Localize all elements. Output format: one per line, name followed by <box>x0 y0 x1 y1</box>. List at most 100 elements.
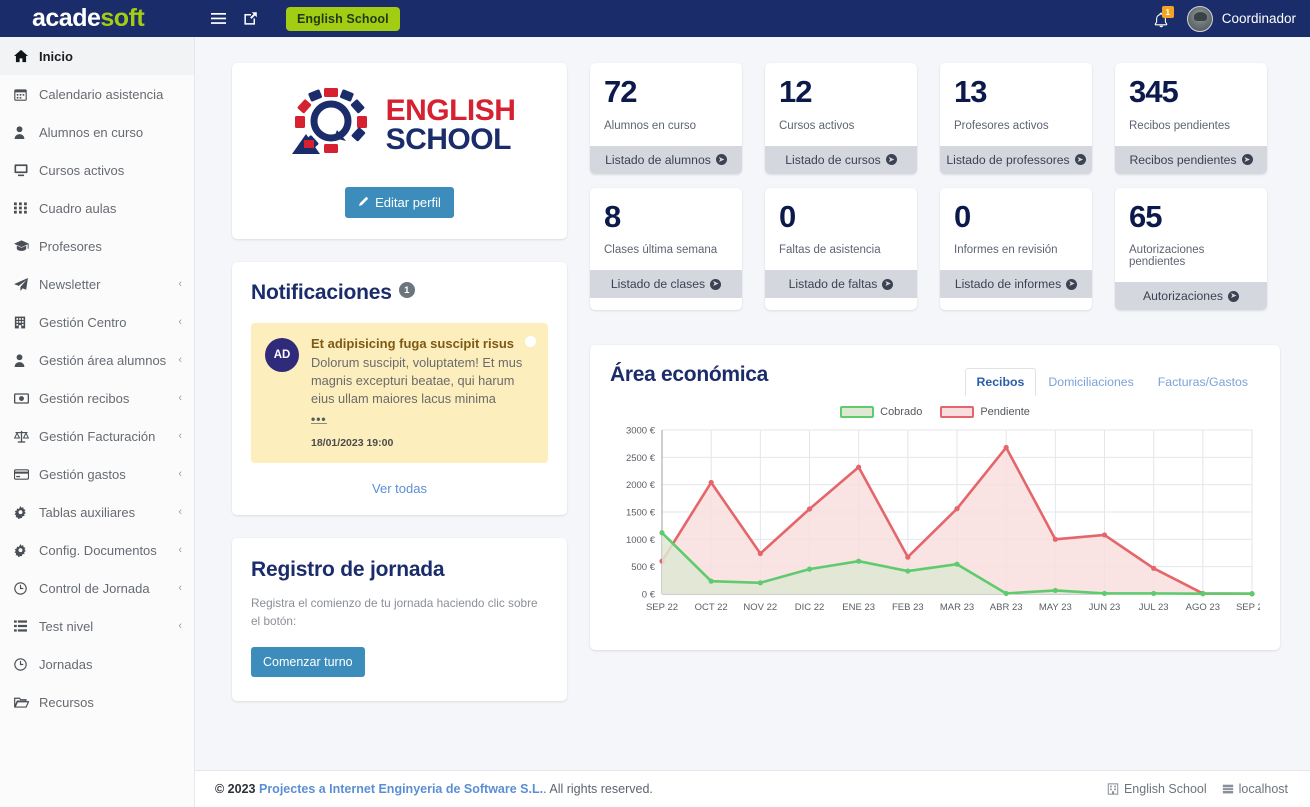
svg-text:2500 €: 2500 € <box>626 453 656 464</box>
area-economica-card: Área económica Recibos Domiciliaciones Fac… <box>590 345 1280 650</box>
stat-action-link[interactable]: Listado de alumnos ➤ <box>590 145 742 174</box>
sidebar-item-label: Test nivel <box>39 618 94 634</box>
sidebar-item-label: Inicio <box>39 48 73 64</box>
sidebar-item-label: Gestión recibos <box>39 390 130 406</box>
notification-item[interactable]: AD Et adipisicing fuga suscipit risus Do… <box>251 323 548 464</box>
svg-text:SEP 23: SEP 23 <box>1236 602 1260 613</box>
user-menu[interactable]: Coordinador <box>1186 5 1296 32</box>
chevron-left-icon: ‹ <box>178 620 182 632</box>
chart-title: Área económica <box>610 363 769 386</box>
external-link-icon[interactable] <box>243 11 258 26</box>
sidebar-item-gesti-n-recibos[interactable]: Gestión recibos ‹ <box>0 379 194 417</box>
sidebar-item-profesores[interactable]: Profesores <box>0 227 194 265</box>
notification-date: 18/01/2023 19:00 <box>311 437 394 450</box>
app-logo[interactable]: acade soft <box>0 0 195 37</box>
gear-icon <box>14 505 35 519</box>
stat-label: Autorizaciones pendientes <box>1129 244 1205 269</box>
stat-action-link[interactable]: Listado de professores ➤ <box>940 145 1092 174</box>
brand-part-2: soft <box>100 4 145 32</box>
sidebar-item-gesti-n-rea-alumnos[interactable]: Gestión área alumnos ‹ <box>0 341 194 379</box>
svg-text:JUL 23: JUL 23 <box>1139 602 1169 613</box>
stat-label: Alumnos en curso <box>604 119 697 132</box>
chevron-left-icon: ‹ <box>178 430 182 442</box>
server-icon <box>1222 783 1234 795</box>
stat-action-link[interactable]: Autorizaciones ➤ <box>1115 282 1267 311</box>
footer-company-link[interactable]: Projectes a Internet Enginyeria de Softw… <box>259 782 543 796</box>
stat-card-row: 8 Clases última semana Listado de clases ➤ 0… <box>590 187 1280 311</box>
sidebar-item-label: Tablas auxiliares <box>39 504 136 520</box>
tab-recibos[interactable]: Recibos <box>964 368 1037 396</box>
list-icon <box>14 620 35 632</box>
sidebar-item-label: Calendario asistencia <box>39 86 164 102</box>
stat-label: Cursos activos <box>779 119 855 132</box>
footer-copyright-year: © 2023 <box>215 782 256 796</box>
sidebar-item-config-documentos[interactable]: Config. Documentos ‹ <box>0 531 194 569</box>
sidebar-item-alumnos-en-curso[interactable]: Alumnos en curso <box>0 113 194 151</box>
svg-text:MAR 23: MAR 23 <box>940 602 974 613</box>
stat-value: 12 <box>779 74 812 109</box>
sidebar-item-calendario-asistencia[interactable]: Calendario asistencia <box>0 75 194 113</box>
stat-card: 13 Profesores activos Listado de professor… <box>940 63 1092 174</box>
sidebar-item-cuadro-aulas[interactable]: Cuadro aulas <box>0 189 194 227</box>
stat-value: 8 <box>604 198 621 234</box>
sidebar-item-test-nivel[interactable]: Test nivel ‹ <box>0 607 194 645</box>
registro-jornada-card: Registro de jornada Registra el comienzo… <box>232 538 567 701</box>
tab-facturas-gastos[interactable]: Facturas/Gastos <box>1146 368 1260 396</box>
see-all-notifications-link[interactable]: Ver todas <box>372 481 427 496</box>
stat-card: 0 Faltas de asistencia Listado de faltas ➤ <box>765 187 917 311</box>
sidebar-item-label: Control de Jornada <box>39 580 150 596</box>
registro-jornada-description: Registra el comienzo de tu jornada hacie… <box>251 596 538 628</box>
sidebar-item-label: Cursos activos <box>39 162 125 178</box>
stat-value: 72 <box>604 74 637 109</box>
stat-action-link[interactable]: Listado de informes ➤ <box>940 270 1092 299</box>
stat-action-link[interactable]: Listado de cursos ➤ <box>765 145 917 174</box>
sidebar-item-cursos-activos[interactable]: Cursos activos <box>0 151 194 189</box>
sidebar-item-gesti-n-gastos[interactable]: Gestión gastos ‹ <box>0 455 194 493</box>
chevron-left-icon: ‹ <box>178 468 182 480</box>
stat-value: 0 <box>779 198 796 234</box>
stat-card-row: 72 Alumnos en curso Listado de alumnos ➤ 12 C… <box>590 63 1280 174</box>
graduation-cap-icon <box>14 240 35 252</box>
sidebar-item-control-de-jornada[interactable]: Control de Jornada ‹ <box>0 569 194 607</box>
svg-text:AGO 23: AGO 23 <box>1186 602 1220 613</box>
arrow-circle-right-icon: ➤ <box>1074 154 1086 166</box>
stat-cards-grid: 72 Alumnos en curso Listado de alumnos ➤ 12 C… <box>590 63 1280 311</box>
sidebar-item-newsletter[interactable]: Newsletter ‹ <box>0 265 194 303</box>
notification-unread-dot[interactable] <box>525 336 536 347</box>
building-icon <box>14 316 35 329</box>
notification-more-icon[interactable]: ••• <box>311 413 327 425</box>
paper-plane-icon <box>14 277 35 291</box>
sidebar-item-tablas-auxiliares[interactable]: Tablas auxiliares ‹ <box>0 493 194 531</box>
school-badge[interactable]: English School <box>286 6 400 31</box>
sidebar-item-gesti-n-facturaci-n[interactable]: Gestión Facturación ‹ <box>0 417 194 455</box>
sidebar-item-jornadas[interactable]: Jornadas <box>0 645 194 683</box>
stat-action-link[interactable]: Recibos pendientes ➤ <box>1115 145 1267 174</box>
legend-item[interactable]: Cobrado <box>840 406 922 418</box>
notification-subject: Et adipisicing fuga suscipit risus <box>311 336 514 351</box>
comenzar-turno-button[interactable]: Comenzar turno <box>251 646 365 677</box>
user-icon <box>14 353 35 367</box>
sidebar-item-inicio[interactable]: Inicio <box>0 37 194 75</box>
stat-action-label: Listado de cursos <box>785 152 881 167</box>
notifications-card: Notificaciones 1 AD Et adipisicing fuga … <box>232 262 567 516</box>
chevron-left-icon: ‹ <box>178 544 182 556</box>
legend-item[interactable]: Pendiente <box>940 406 1030 418</box>
calendar-icon <box>14 88 35 101</box>
edit-profile-button[interactable]: Editar perfil <box>345 187 454 218</box>
sidebar-item-recursos[interactable]: Recursos <box>0 683 194 721</box>
stat-action-label: Listado de clases <box>610 277 706 292</box>
pencil-icon <box>358 195 369 210</box>
hamburger-icon[interactable] <box>211 12 226 25</box>
arrow-circle-right-icon: ➤ <box>1241 154 1253 166</box>
sidebar-item-label: Alumnos en curso <box>39 124 144 140</box>
home-icon <box>14 49 35 63</box>
footer-school: English School <box>1107 782 1207 796</box>
tab-domiciliaciones[interactable]: Domiciliaciones <box>1036 368 1145 396</box>
stat-card: 345 Recibos pendientes Recibos pendientes ➤ <box>1115 63 1267 174</box>
sidebar-item-gesti-n-centro[interactable]: Gestión Centro ‹ <box>0 303 194 341</box>
notifications-bell[interactable]: 1 <box>1153 5 1174 30</box>
stat-action-link[interactable]: Listado de faltas ➤ <box>765 270 917 299</box>
arrow-circle-right-icon: ➤ <box>715 154 727 166</box>
stat-action-link[interactable]: Listado de clases ➤ <box>590 270 742 299</box>
stat-action-label: Listado de professores <box>946 152 1070 167</box>
